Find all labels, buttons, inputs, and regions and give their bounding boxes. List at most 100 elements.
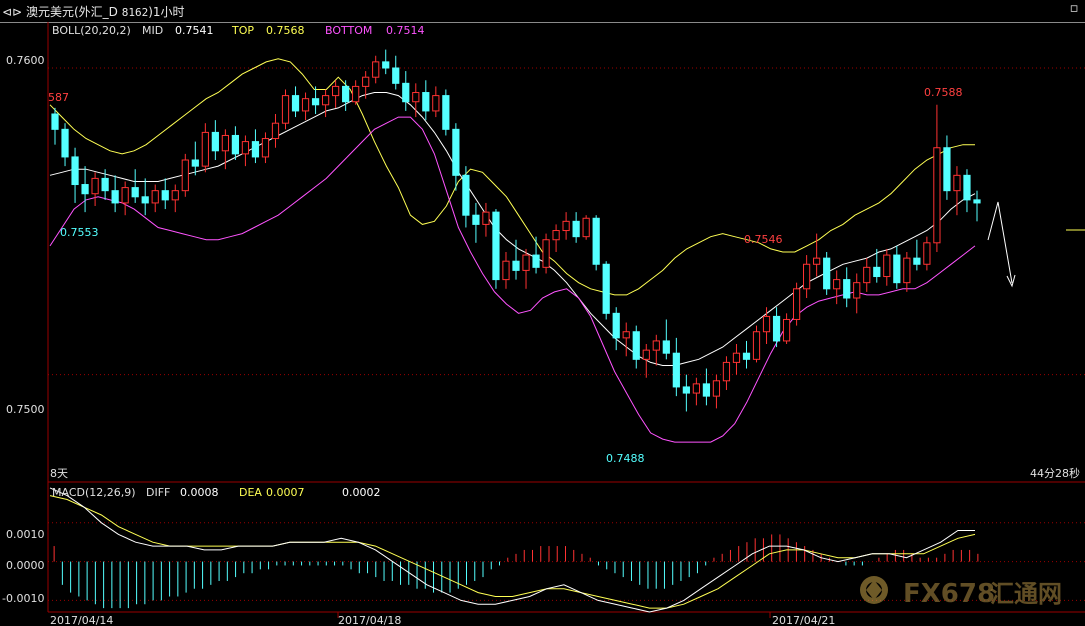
candle-body — [121, 187, 129, 204]
candle-body — [542, 239, 550, 268]
candle-body — [141, 196, 149, 204]
candle-body — [522, 254, 530, 271]
candle-body — [442, 95, 450, 130]
candle-body — [231, 134, 240, 155]
boll-mid-line — [49, 92, 976, 366]
candle-body — [211, 131, 219, 152]
macd-dea-line — [49, 495, 976, 609]
candle-body — [933, 147, 941, 244]
y-tick-label: 0.7500 — [6, 403, 45, 416]
candle-body — [762, 315, 771, 333]
candle-body — [582, 217, 590, 238]
candle-body — [813, 257, 821, 265]
candle-body — [111, 190, 119, 204]
candle-body — [602, 263, 610, 314]
candle-body — [171, 190, 179, 201]
candle-body — [201, 131, 209, 167]
boll-mid-value: 0.7541 — [175, 24, 214, 37]
bar-count-label: 8天 — [50, 467, 68, 480]
candle-body — [692, 383, 700, 394]
candle-body — [342, 85, 350, 103]
watermark-logo — [860, 576, 888, 604]
candle-body — [221, 134, 229, 152]
y-tick-label: 0.7600 — [6, 54, 45, 67]
candle-body — [702, 383, 711, 397]
macd-dea-value: 0.0007 — [266, 486, 305, 499]
candle-body — [642, 349, 650, 360]
macd-y-tick-label: 0.0010 — [6, 528, 45, 541]
candle-body — [301, 98, 310, 112]
candle-body — [191, 159, 199, 167]
macd-diff-label: DIFF — [146, 486, 170, 499]
candle-body — [512, 260, 520, 271]
boll-top-label: TOP — [231, 24, 254, 37]
macd-label: MACD(12,26,9) — [52, 486, 136, 499]
boll-bottom-label: BOTTOM — [325, 24, 372, 37]
candle-body — [492, 211, 500, 281]
candle-body — [953, 174, 961, 192]
candle-body — [161, 190, 169, 201]
candle-body — [622, 331, 630, 339]
x-date-label: 2017/04/21 — [772, 614, 835, 626]
candle-body — [502, 260, 510, 281]
candle-body — [722, 361, 731, 382]
candle-body — [482, 211, 490, 225]
watermark-cn: 汇通网 — [990, 580, 1062, 608]
candle-body — [863, 266, 871, 284]
annotation-low-left: 0.7553 — [60, 226, 99, 239]
candle-body — [151, 190, 159, 204]
candle-body — [923, 242, 931, 265]
candle-body — [422, 92, 430, 112]
candle-body — [412, 92, 420, 103]
candle-body — [71, 156, 79, 186]
candle-body — [91, 177, 99, 195]
x-date-label: 2017/04/18 — [338, 614, 401, 626]
candle-body — [893, 254, 901, 284]
candle-body — [291, 95, 300, 112]
candle-body — [752, 331, 761, 360]
candle-body — [472, 214, 480, 225]
forecast-arrow — [987, 201, 1013, 284]
candle-body — [552, 230, 560, 241]
candle-body — [652, 340, 660, 351]
x-date-label: 2017/04/14 — [50, 614, 113, 626]
macd-y-tick-label: -0.0010 — [2, 592, 44, 605]
macd-y-tick-label: 0.0000 — [6, 559, 45, 572]
candle-body — [241, 141, 250, 155]
candle-body — [712, 380, 721, 397]
candle-body — [772, 315, 781, 342]
boll-label: BOLL(20,20,2) — [52, 24, 131, 37]
candle-body — [462, 174, 470, 216]
candle-body — [452, 128, 460, 176]
boll-bottom-value: 0.7514 — [386, 24, 425, 37]
annotation-high-left: 587 — [48, 91, 69, 104]
macd-diff-line — [49, 487, 975, 613]
candle-body — [792, 288, 801, 320]
candle-body — [432, 95, 440, 112]
candle-body — [903, 257, 911, 284]
candle-body — [352, 85, 360, 103]
candle-body — [782, 318, 791, 342]
chart-canvas[interactable]: BOLL(20,20,2) MID 0.7541 TOP 0.7568 BOTT… — [0, 0, 1085, 626]
annotation-high-mid: 0.7546 — [744, 233, 783, 246]
candle-body — [101, 177, 109, 192]
candle-body — [732, 352, 741, 363]
candle-body — [843, 279, 851, 299]
candle-body — [131, 187, 139, 198]
candle-body — [562, 220, 570, 232]
candle-body — [311, 98, 320, 106]
candle-body — [682, 386, 690, 394]
candle-body — [261, 138, 270, 158]
candle-body — [913, 257, 921, 265]
candle-body — [362, 76, 370, 87]
candle-body — [392, 67, 400, 84]
candle-body — [372, 61, 380, 78]
countdown-label: 44分28秒 — [1030, 466, 1080, 480]
candle-body — [51, 113, 59, 130]
candle-body — [662, 340, 670, 354]
macd-diff-value: 0.0008 — [180, 486, 219, 499]
candle-body — [332, 85, 340, 97]
candle-body — [963, 174, 971, 201]
candle-body — [382, 61, 390, 69]
candle-body — [853, 282, 861, 299]
